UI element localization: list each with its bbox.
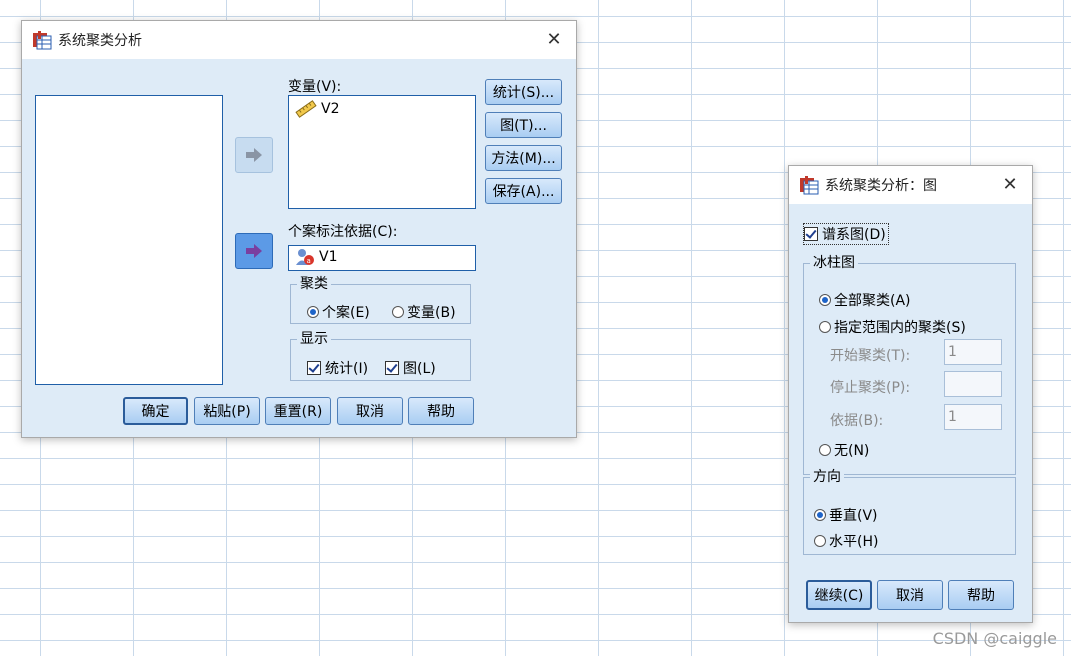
cluster-cases-radio[interactable]: 个案(E) [307, 302, 370, 322]
none-radio[interactable]: 无(N) [819, 440, 869, 460]
vertical-label: 垂直(V) [829, 508, 878, 524]
orientation-legend: 方向 [810, 469, 844, 485]
spss-app-icon [33, 31, 52, 50]
radio-selected-icon [814, 509, 826, 521]
checkbox-checked-icon [804, 227, 818, 241]
horizontal-label: 水平(H) [829, 534, 879, 550]
main-titlebar: 系统聚类分析 ✕ [22, 21, 576, 59]
arrow-right-icon [246, 148, 262, 162]
vertical-radio[interactable]: 垂直(V) [814, 505, 878, 525]
stop-cluster-input[interactable] [944, 371, 1002, 397]
cluster-variables-radio[interactable]: 变量(B) [392, 302, 456, 322]
radio-unselected-icon [819, 321, 831, 333]
display-statistics-checkbox[interactable]: 统计(I) [307, 358, 368, 378]
all-clusters-radio[interactable]: 全部聚类(A) [819, 290, 911, 310]
start-cluster-label: 开始聚类(T): [830, 348, 911, 364]
case-label-field[interactable]: a V1 [288, 245, 476, 271]
variable-item[interactable]: V2 [295, 100, 339, 118]
horizontal-radio[interactable]: 水平(H) [814, 531, 878, 551]
dendrogram-checkbox[interactable]: 谱系图(D) [803, 223, 889, 245]
move-to-variables-button[interactable] [235, 137, 273, 173]
case-label-label: 个案标注依据(C): [288, 224, 398, 240]
help-button[interactable]: 帮助 [408, 397, 474, 425]
display-plots-label: 图(L) [403, 361, 436, 377]
variables-list[interactable]: V2 [288, 95, 476, 209]
plots-help-button[interactable]: 帮助 [948, 580, 1014, 610]
cluster-plots-dialog: 系统聚类分析：图 ✕ 谱系图(D) 冰柱图 全部聚类(A) 指定范围内的聚类(S… [788, 165, 1033, 623]
plots-cancel-button[interactable]: 取消 [877, 580, 943, 610]
close-icon[interactable]: ✕ [544, 30, 564, 50]
plots-titlebar: 系统聚类分析：图 ✕ [789, 166, 1032, 204]
radio-selected-icon [307, 306, 319, 318]
radio-unselected-icon [814, 535, 826, 547]
display-legend: 显示 [297, 331, 331, 347]
display-plots-checkbox[interactable]: 图(L) [385, 358, 436, 378]
cluster-cases-label: 个案(E) [322, 305, 370, 321]
nominal-person-icon: a [296, 249, 314, 265]
arrow-right-icon [246, 244, 262, 258]
paste-button[interactable]: 粘贴(P) [194, 397, 260, 425]
continue-button[interactable]: 继续(C) [806, 580, 872, 610]
close-icon[interactable]: ✕ [1000, 175, 1020, 195]
icicle-legend: 冰柱图 [810, 255, 858, 271]
svg-text:a: a [307, 257, 311, 265]
move-to-case-label-button[interactable] [235, 233, 273, 269]
save-button[interactable]: 保存(A)... [485, 178, 562, 204]
cluster-variables-label: 变量(B) [407, 305, 456, 321]
reset-button[interactable]: 重置(R) [265, 397, 331, 425]
radio-unselected-icon [819, 444, 831, 456]
statistics-button[interactable]: 统计(S)... [485, 79, 562, 105]
start-cluster-input[interactable]: 1 [944, 339, 1002, 365]
range-clusters-radio[interactable]: 指定范围内的聚类(S) [819, 317, 966, 337]
cluster-group: 聚类 个案(E) 变量(B) [290, 276, 471, 324]
hierarchical-cluster-dialog: 系统聚类分析 ✕ 变量(V): V2 个案标注依据(C): a V1 统计(S)… [21, 20, 577, 438]
display-group: 显示 统计(I) 图(L) [290, 331, 471, 381]
variable-name: V2 [321, 101, 340, 117]
plots-button[interactable]: 图(T)... [485, 112, 562, 138]
orientation-group: 方向 垂直(V) 水平(H) [803, 469, 1016, 555]
variables-label: 变量(V): [288, 79, 342, 95]
checkbox-checked-icon [307, 361, 321, 375]
range-clusters-label: 指定范围内的聚类(S) [834, 320, 966, 336]
ok-button[interactable]: 确定 [123, 397, 188, 425]
case-label-name: V1 [319, 249, 338, 265]
radio-unselected-icon [392, 306, 404, 318]
case-label-item[interactable]: a V1 [295, 248, 337, 266]
by-input[interactable]: 1 [944, 404, 1002, 430]
scale-ruler-icon [295, 100, 317, 118]
main-dialog-title: 系统聚类分析 [58, 33, 142, 49]
method-button[interactable]: 方法(M)... [485, 145, 562, 171]
none-label: 无(N) [834, 443, 870, 459]
cancel-button[interactable]: 取消 [337, 397, 403, 425]
by-label: 依据(B): [830, 413, 884, 429]
stop-cluster-label: 停止聚类(P): [830, 380, 911, 396]
checkbox-checked-icon [385, 361, 399, 375]
plots-dialog-title: 系统聚类分析：图 [825, 178, 937, 194]
watermark: CSDN @caiggle [932, 629, 1057, 648]
cluster-legend: 聚类 [297, 276, 331, 292]
all-clusters-label: 全部聚类(A) [834, 293, 911, 309]
dendrogram-label: 谱系图(D) [822, 227, 886, 243]
icicle-group: 冰柱图 全部聚类(A) 指定范围内的聚类(S) 开始聚类(T): 1 停止聚类(… [803, 255, 1016, 475]
spss-app-icon [800, 176, 819, 195]
source-variable-list[interactable] [35, 95, 223, 385]
radio-selected-icon [819, 294, 831, 306]
display-statistics-label: 统计(I) [325, 361, 369, 377]
